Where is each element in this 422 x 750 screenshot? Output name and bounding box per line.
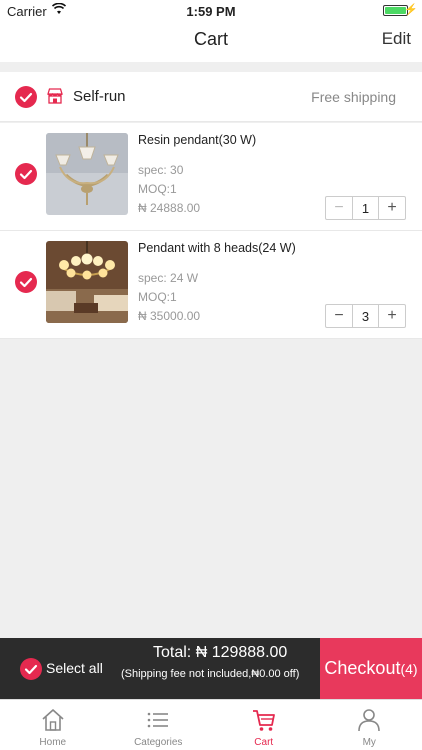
checkmark-icon — [19, 169, 33, 180]
quantity-value[interactable]: 3 — [352, 305, 379, 327]
home-icon — [42, 709, 64, 731]
product-name[interactable]: Pendant with 8 heads(24 W) — [138, 241, 296, 255]
select-all-label[interactable]: Select all — [46, 660, 103, 676]
checkout-label: Checkout — [324, 658, 401, 678]
tab-home[interactable]: Home — [0, 700, 106, 750]
tab-label: My — [362, 737, 376, 748]
status-bar: Carrier 1:59 PM ⚡ — [0, 0, 422, 22]
cart-total: Total: ₦ 129888.00 — [153, 644, 288, 661]
tab-label: Home — [39, 737, 67, 748]
item-checkbox[interactable] — [15, 163, 37, 185]
product-spec: spec: 24 W — [138, 271, 199, 285]
store-checkbox[interactable] — [15, 86, 37, 108]
product-image[interactable] — [46, 241, 128, 323]
increment-button[interactable]: + — [379, 305, 405, 327]
nav-bar: Cart Edit — [0, 22, 422, 62]
increment-button[interactable]: + — [379, 197, 405, 219]
tab-my[interactable]: My — [317, 700, 422, 750]
user-icon — [358, 709, 381, 732]
product-name[interactable]: Resin pendant(30 W) — [138, 133, 256, 147]
product-image[interactable] — [46, 133, 128, 215]
checkout-count: (4) — [400, 660, 418, 677]
tab-bar: Home Categories Cart My — [0, 699, 422, 750]
product-moq: MOQ:1 — [138, 182, 177, 196]
cart-item: Pendant with 8 heads(24 W) spec: 24 W MO… — [0, 231, 422, 339]
quantity-value[interactable]: 1 — [352, 197, 379, 219]
cart-item: Resin pendant(30 W) spec: 30 MOQ:1 ₦ 248… — [0, 123, 422, 231]
item-checkbox[interactable] — [15, 271, 37, 293]
product-price: ₦ 35000.00 — [138, 309, 201, 323]
edit-button[interactable]: Edit — [382, 29, 411, 49]
product-price: ₦ 24888.00 — [138, 201, 201, 215]
store-header: Self-run Free shipping — [0, 72, 422, 122]
tab-label: Cart — [254, 737, 274, 748]
checkout-bar: Select all Total: ₦ 129888.00 (Shipping … — [0, 638, 422, 699]
shipping-fee-note: (Shipping fee not included,₦0.00 off) — [121, 668, 300, 680]
product-spec: spec: 30 — [138, 163, 184, 177]
tab-label: Categories — [134, 737, 183, 748]
tab-cart[interactable]: Cart — [211, 700, 317, 750]
checkmark-icon — [24, 664, 38, 675]
store-icon — [47, 88, 63, 104]
charging-icon: ⚡ — [404, 4, 418, 16]
quantity-stepper: − 3 + — [325, 304, 406, 328]
tab-categories[interactable]: Categories — [106, 700, 212, 750]
clock: 1:59 PM — [186, 4, 236, 19]
list-icon — [147, 712, 169, 728]
page-title: Cart — [193, 29, 228, 49]
quantity-stepper: − 1 + — [325, 196, 406, 220]
checkmark-icon — [19, 277, 33, 288]
store-name: Self-run — [73, 88, 126, 105]
checkmark-icon — [19, 92, 33, 103]
decrement-button[interactable]: − — [326, 197, 352, 219]
decrement-button[interactable]: − — [326, 305, 352, 327]
product-moq: MOQ:1 — [138, 290, 177, 304]
select-all-checkbox[interactable] — [20, 658, 42, 680]
checkout-button[interactable]: Checkout (4) — [320, 638, 422, 699]
shipping-label: Free shipping — [311, 89, 396, 105]
cart-icon — [252, 710, 275, 731]
